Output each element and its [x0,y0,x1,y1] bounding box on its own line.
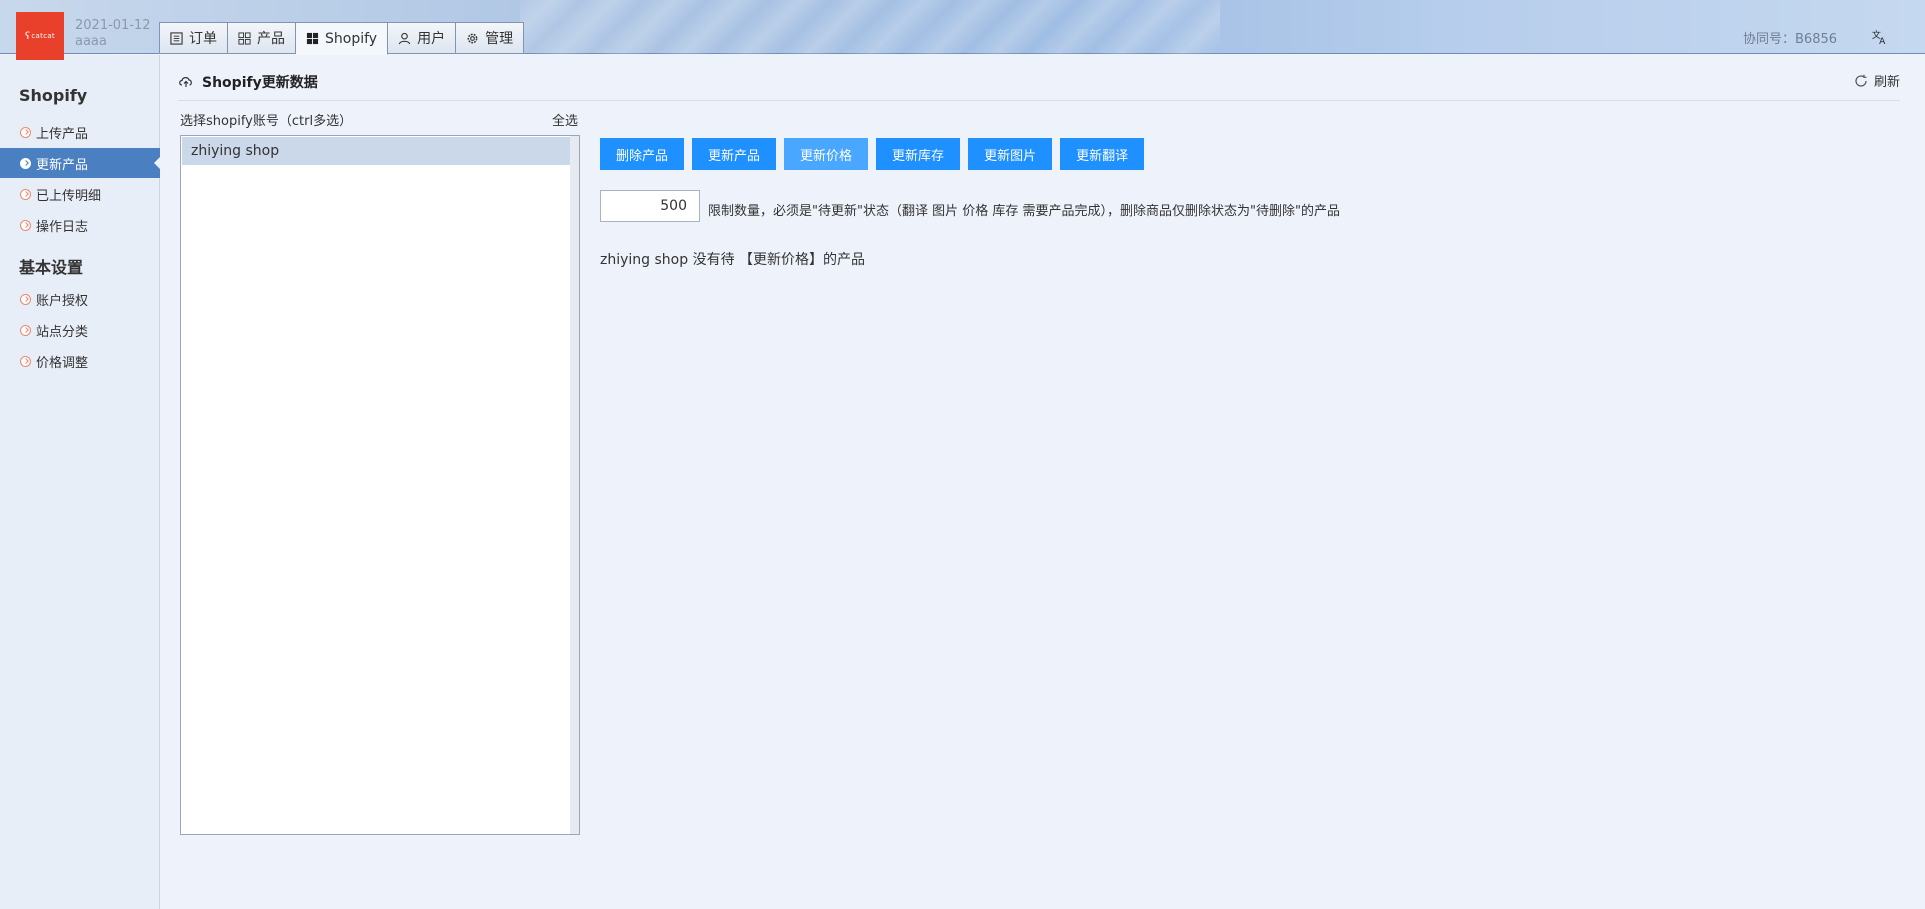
app-logo[interactable]: ʕ catcat [16,12,64,60]
sidebar-item-account-authorization[interactable]: 账户授权 [0,284,160,314]
contract-number: 协同号：B6856 [1743,32,1838,47]
chevron-circle-icon [20,219,31,231]
sidebar-section-basic-settings: 基本设置 [19,258,84,277]
page-header: Shopify更新数据 刷新 [178,68,1900,101]
update-images-button[interactable]: 更新图片 [968,138,1053,170]
delete-products-button[interactable]: 删除产品 [600,138,685,170]
tab-label: 用户 [417,31,446,47]
tab-orders[interactable]: 订单 [159,22,228,54]
list-item[interactable]: zhiying shop [182,137,570,165]
header-date: 2021-01-12 [75,18,151,33]
tab-label: 订单 [189,31,217,47]
scrollbar[interactable] [570,136,579,834]
status-message: zhiying shop 没有待 【更新价格】的产品 [600,252,866,268]
sidebar-item-label: 已上传明细 [36,188,102,204]
sidebar-item-label: 价格调整 [36,355,89,371]
chevron-circle-icon [20,293,31,305]
sidebar-item-update-products[interactable]: 更新产品 [0,148,160,178]
sidebar-item-site-category[interactable]: 站点分类 [0,315,160,345]
sidebar-item-uploaded-details[interactable]: 已上传明细 [0,179,160,209]
svg-text:A: A [1879,37,1886,46]
list-icon [170,31,183,45]
sidebar: Shopify 上传产品 更新产品 已上传明细 操作日志 基本设置 账户授权 站… [0,55,160,909]
refresh-label: 刷新 [1873,75,1900,90]
windows-icon [306,32,319,45]
page-title: Shopify更新数据 [202,75,318,91]
main-nav-tabs: 订单 产品 Shopify 用户 管理 [159,22,525,55]
sidebar-section-shopify: Shopify [19,86,88,105]
user-icon [398,32,411,44]
sidebar-item-label: 更新产品 [36,157,89,173]
sidebar-item-label: 操作日志 [36,219,89,235]
top-header: ʕ catcat 2021-01-12 aaaa 订单 产品 Shopify 用户… [0,0,1925,60]
tab-admin[interactable]: 管理 [456,22,525,54]
header-username: aaaa [75,34,107,49]
select-all-link[interactable]: 全选 [552,110,578,129]
tab-label: 产品 [257,31,285,47]
limit-quantity-input[interactable] [600,190,700,222]
sidebar-item-label: 上传产品 [36,126,89,142]
tab-shopify[interactable]: Shopify [296,22,389,55]
tab-users[interactable]: 用户 [388,22,457,54]
chevron-circle-icon [20,355,31,367]
update-price-button[interactable]: 更新价格 [784,138,869,170]
cloud-upload-icon [179,77,192,87]
chevron-circle-icon [20,126,31,138]
action-buttons: 删除产品 更新产品 更新价格 更新库存 更新图片 更新翻译 [600,138,1145,170]
chevron-circle-icon [20,157,31,169]
chevron-circle-icon [20,324,31,336]
sidebar-item-label: 账户授权 [36,293,89,309]
refresh-icon [1855,74,1867,87]
gear-icon [467,33,478,43]
translate-icon[interactable]: 文A [1869,26,1891,48]
tab-products[interactable]: 产品 [228,22,296,54]
sidebar-item-upload-products[interactable]: 上传产品 [0,117,160,147]
update-products-button[interactable]: 更新产品 [692,138,777,170]
sidebar-item-label: 站点分类 [36,324,89,340]
account-listbox[interactable]: zhiying shop [180,135,580,835]
tab-label: Shopify [325,30,378,47]
sidebar-item-price-adjustment[interactable]: 价格调整 [0,346,160,376]
account-select-label: 选择shopify账号（ctrl多选） [180,114,353,129]
chevron-circle-icon [20,188,31,200]
refresh-button[interactable]: 刷新 [1854,71,1900,90]
limit-note: 限制数量，必须是"待更新"状态（翻译 图片 价格 库存 需要产品完成），删除商品… [708,204,1340,219]
grid-icon [238,31,251,45]
update-translation-button[interactable]: 更新翻译 [1060,138,1145,170]
tab-label: 管理 [485,31,514,47]
update-stock-button[interactable]: 更新库存 [876,138,961,170]
sidebar-item-operation-log[interactable]: 操作日志 [0,210,160,240]
